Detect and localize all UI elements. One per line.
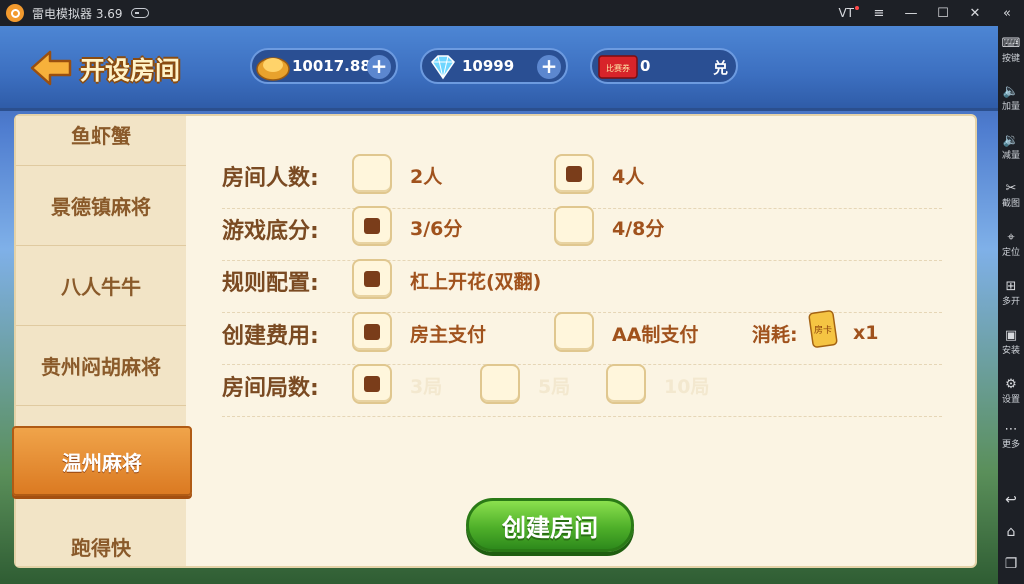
gold-balance: 10017.88 + [250, 48, 398, 84]
gear-icon: ⚙ [1005, 377, 1017, 392]
players-label: 房间人数: [222, 166, 319, 191]
collapse-sidebar-icon[interactable]: « [1000, 6, 1014, 21]
tab-wenzhou-mahjong[interactable]: 温州麻将 [12, 426, 192, 496]
diamond-icon [431, 55, 455, 80]
game-screen: 开设房间 10017.88 + 10999 + 比赛券 0 兑 鱼虾蟹 景德镇麻… [0, 26, 998, 584]
room-card-text: 房卡 [814, 324, 832, 336]
score-4-8-option[interactable]: 4/8分 [612, 214, 664, 241]
rounds-10-checkbox[interactable] [606, 364, 646, 404]
base-score-label: 游戏底分: [222, 219, 319, 244]
ticket-balance: 比赛券 0 兑 [590, 48, 738, 84]
match-ticket-icon: 比赛券 [598, 55, 638, 79]
rounds-3-checkbox[interactable] [352, 364, 392, 404]
tab-baren-niuniu[interactable]: 八人牛牛 [16, 246, 186, 326]
create-room-button[interactable]: 创建房间 [466, 498, 634, 552]
rounds-5-option[interactable]: 5局 [538, 372, 570, 399]
recent-apps-icon: ❐ [1004, 556, 1018, 572]
sidebar-item-install[interactable]: ▣ 安装 [998, 328, 1024, 357]
sidebar-item-location[interactable]: ⌖ 定位 [998, 230, 1024, 259]
minimize-icon[interactable]: — [904, 6, 918, 21]
sidebar-item-volume-down[interactable]: 🔉 减量 [998, 133, 1024, 162]
gang-kaihua-option[interactable]: 杠上开花(双翻) [410, 267, 541, 294]
gamepad-icon[interactable] [130, 8, 149, 18]
rounds-3-option[interactable]: 3局 [410, 372, 442, 399]
more-dots-icon: ⋯ [1004, 422, 1018, 437]
players-4-checkbox[interactable] [554, 154, 594, 194]
volume-up-icon: 🔈 [1002, 84, 1020, 99]
add-diamond-button[interactable]: + [537, 55, 561, 79]
players-2-option[interactable]: 2人 [410, 162, 442, 189]
home-icon: ⌂ [1006, 524, 1016, 540]
players-4-option[interactable]: 4人 [612, 162, 644, 189]
emulator-sidebar: ⌨ 按键 🔈 加量 🔉 减量 ✂ 截图 ⌖ 定位 ⊞ 多开 ▣ 安装 ⚙ 设置 … [998, 26, 1024, 584]
rounds-5-checkbox[interactable] [480, 364, 520, 404]
multi-open-icon: ⊞ [1005, 279, 1017, 294]
volume-down-icon: 🔉 [1002, 133, 1020, 148]
menu-icon[interactable]: ≡ [872, 6, 886, 21]
sidebar-item-multi-open[interactable]: ⊞ 多开 [998, 279, 1024, 308]
nav-back-button[interactable]: ↩ [998, 492, 1024, 508]
aa-pay-option[interactable]: AA制支付 [612, 320, 698, 347]
back-arrow-icon [30, 50, 72, 86]
back-arrow-icon: ↩ [1005, 492, 1017, 508]
game-list: 鱼虾蟹 景德镇麻将 八人牛牛 贵州闷胡麻将 温州麻将 跑得快 [12, 116, 192, 566]
nav-home-button[interactable]: ⌂ [998, 524, 1024, 540]
sidebar-item-keys[interactable]: ⌨ 按键 [998, 36, 1024, 65]
emulator-title: 雷电模拟器 3.69 [32, 6, 123, 21]
gold-ingot-icon [256, 57, 290, 81]
scissors-icon: ✂ [1005, 181, 1017, 196]
apk-install-icon: ▣ [1004, 328, 1018, 343]
exchange-button[interactable]: 兑 [713, 57, 728, 78]
aa-pay-checkbox[interactable] [554, 312, 594, 352]
emulator-title-bar: 雷电模拟器 3.69 VT ≡ — ☐ ✕ « [0, 0, 1024, 26]
top-bar: 开设房间 10017.88 + 10999 + 比赛券 0 兑 [0, 26, 998, 111]
consume-count: x1 [853, 322, 879, 344]
score-4-8-checkbox[interactable] [554, 206, 594, 246]
page-title: 开设房间 [80, 56, 181, 85]
gold-amount: 10017.88 [292, 57, 371, 75]
row-divider [222, 416, 942, 417]
fee-label: 创建费用: [222, 324, 319, 349]
keyboard-icon: ⌨ [1001, 36, 1021, 51]
ticket-amount: 0 [640, 57, 651, 75]
row-divider [222, 364, 942, 365]
tab-paodekuai[interactable]: 跑得快 [16, 506, 186, 584]
score-3-6-checkbox[interactable] [352, 206, 392, 246]
maximize-icon[interactable]: ☐ [936, 6, 950, 21]
players-2-checkbox[interactable] [352, 154, 392, 194]
host-pay-checkbox[interactable] [352, 312, 392, 352]
host-pay-option[interactable]: 房主支付 [410, 320, 486, 347]
room-card-icon: 房卡 [808, 310, 838, 348]
gang-kaihua-checkbox[interactable] [352, 259, 392, 299]
location-pin-icon: ⌖ [1007, 230, 1015, 245]
ticket-label: 比赛券 [606, 63, 630, 73]
rules-label: 规则配置: [222, 271, 319, 296]
row-divider [222, 260, 942, 261]
sidebar-item-volume-up[interactable]: 🔈 加量 [998, 84, 1024, 113]
diamond-amount: 10999 [462, 57, 515, 75]
nav-recent-button[interactable]: ❐ [998, 556, 1024, 572]
close-icon[interactable]: ✕ [968, 6, 982, 21]
rounds-10-option[interactable]: 10局 [664, 372, 709, 399]
vt-indicator[interactable]: VT [838, 6, 859, 20]
sidebar-item-settings[interactable]: ⚙ 设置 [998, 377, 1024, 406]
consume-label: 消耗: [752, 324, 798, 346]
diamond-balance: 10999 + [420, 48, 568, 84]
score-3-6-option[interactable]: 3/6分 [410, 214, 462, 241]
tab-jingdezhen-mahjong[interactable]: 景德镇麻将 [16, 166, 186, 246]
back-button[interactable] [30, 50, 72, 86]
sidebar-item-screenshot[interactable]: ✂ 截图 [998, 181, 1024, 210]
tab-guizhou-menhu-mahjong[interactable]: 贵州闷胡麻将 [16, 326, 186, 406]
sidebar-item-more[interactable]: ⋯ 更多 [998, 422, 1024, 451]
rounds-label: 房间局数: [222, 376, 319, 401]
add-gold-button[interactable]: + [367, 55, 391, 79]
ldplayer-logo-icon [6, 4, 24, 22]
tab-yuxiaxie[interactable]: 鱼虾蟹 [16, 104, 186, 166]
